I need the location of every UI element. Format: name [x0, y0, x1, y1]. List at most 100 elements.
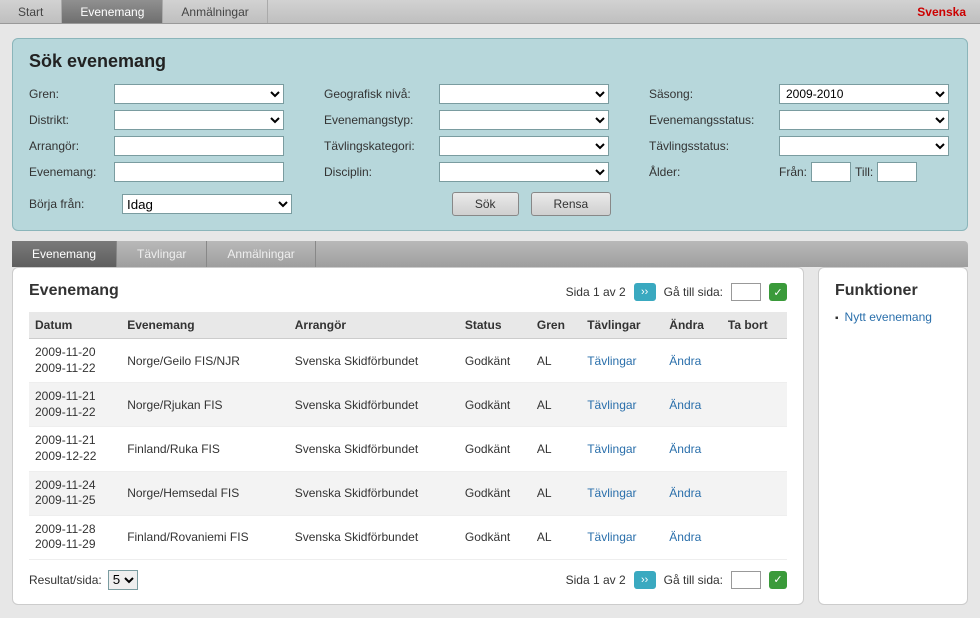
- search-panel: Sök evenemang Gren: Geografisk nivå: Säs…: [12, 38, 968, 231]
- goto-input-top[interactable]: [731, 283, 761, 301]
- link-andra[interactable]: Ändra: [669, 354, 701, 368]
- cell-status: Godkänt: [459, 427, 531, 471]
- clear-button[interactable]: Rensa: [531, 192, 612, 216]
- label-tavstatus: Tävlingsstatus:: [649, 139, 779, 153]
- pager-text-bottom: Sida 1 av 2: [566, 573, 626, 587]
- search-title: Sök evenemang: [29, 51, 951, 72]
- link-andra[interactable]: Ändra: [669, 442, 701, 456]
- link-tavlingar[interactable]: Tävlingar: [587, 398, 636, 412]
- label-evstatus: Evenemangsstatus:: [649, 113, 779, 127]
- cell-tabort: [722, 515, 787, 559]
- col-evenemang: Evenemang: [121, 312, 289, 339]
- link-andra[interactable]: Ändra: [669, 486, 701, 500]
- link-andra[interactable]: Ändra: [669, 530, 701, 544]
- cell-date: 2009-11-212009-11-22: [29, 383, 121, 427]
- label-typ: Evenemangstyp:: [324, 113, 439, 127]
- subtab-evenemang[interactable]: Evenemang: [12, 241, 117, 267]
- goto-button-top-icon[interactable]: ✓: [769, 283, 787, 301]
- cell-gren: AL: [531, 339, 581, 383]
- select-distrikt[interactable]: [114, 110, 284, 130]
- select-disciplin[interactable]: [439, 162, 609, 182]
- cell-status: Godkänt: [459, 383, 531, 427]
- table-row: 2009-11-282009-11-29Finland/Rovaniemi FI…: [29, 515, 787, 559]
- top-tab-anmalningar[interactable]: Anmälningar: [163, 0, 267, 23]
- table-row: 2009-11-242009-11-25Norge/Hemsedal FISSv…: [29, 471, 787, 515]
- label-sasong: Säsong:: [649, 87, 779, 101]
- select-evstatus[interactable]: [779, 110, 949, 130]
- cell-date: 2009-11-202009-11-22: [29, 339, 121, 383]
- input-alder-till[interactable]: [877, 162, 917, 182]
- label-disciplin: Disciplin:: [324, 165, 439, 179]
- label-fran: Från:: [779, 165, 807, 179]
- label-alder: Ålder:: [649, 165, 779, 179]
- input-arrangor[interactable]: [114, 136, 284, 156]
- pager-next-top-icon[interactable]: ››: [634, 283, 656, 301]
- input-alder-fran[interactable]: [811, 162, 851, 182]
- cell-name: Norge/Geilo FIS/NJR: [121, 339, 289, 383]
- cell-gren: AL: [531, 471, 581, 515]
- select-gren[interactable]: [114, 84, 284, 104]
- cell-status: Godkänt: [459, 471, 531, 515]
- label-gren: Gren:: [29, 87, 114, 101]
- goto-button-bottom-icon[interactable]: ✓: [769, 571, 787, 589]
- label-arrangor: Arrangör:: [29, 139, 114, 153]
- cell-name: Norge/Hemsedal FIS: [121, 471, 289, 515]
- cell-arrangor: Svenska Skidförbundet: [289, 339, 459, 383]
- select-borja[interactable]: Idag: [122, 194, 292, 214]
- select-sasong[interactable]: 2009-2010: [779, 84, 949, 104]
- goto-label-bottom: Gå till sida:: [664, 573, 723, 587]
- language-switch[interactable]: Svenska: [903, 0, 980, 23]
- cell-date: 2009-11-282009-11-29: [29, 515, 121, 559]
- functions-panel: Funktioner Nytt evenemang: [818, 267, 968, 605]
- label-till: Till:: [855, 165, 873, 179]
- cell-gren: AL: [531, 427, 581, 471]
- events-table: Datum Evenemang Arrangör Status Gren Täv…: [29, 312, 787, 560]
- cell-tabort: [722, 339, 787, 383]
- top-tab-evenemang[interactable]: Evenemang: [62, 0, 163, 23]
- goto-label-top: Gå till sida:: [664, 285, 723, 299]
- pager-next-bottom-icon[interactable]: ››: [634, 571, 656, 589]
- results-label: Resultat/sida:: [29, 573, 102, 587]
- subtab-tavlingar[interactable]: Tävlingar: [117, 241, 207, 267]
- table-row: 2009-11-202009-11-22Norge/Geilo FIS/NJRS…: [29, 339, 787, 383]
- cell-gren: AL: [531, 515, 581, 559]
- table-row: 2009-11-212009-12-22Finland/Ruka FISSven…: [29, 427, 787, 471]
- col-andra: Ändra: [663, 312, 722, 339]
- cell-name: Norge/Rjukan FIS: [121, 383, 289, 427]
- link-tavlingar[interactable]: Tävlingar: [587, 530, 636, 544]
- cell-arrangor: Svenska Skidförbundet: [289, 515, 459, 559]
- cell-name: Finland/Ruka FIS: [121, 427, 289, 471]
- link-nytt-evenemang[interactable]: Nytt evenemang: [845, 310, 932, 324]
- col-tavlingar: Tävlingar: [581, 312, 663, 339]
- search-button[interactable]: Sök: [452, 192, 519, 216]
- cell-name: Finland/Rovaniemi FIS: [121, 515, 289, 559]
- col-arrangor: Arrangör: [289, 312, 459, 339]
- select-typ[interactable]: [439, 110, 609, 130]
- subtabs: Evenemang Tävlingar Anmälningar: [12, 241, 968, 267]
- results-select[interactable]: 5: [108, 570, 138, 590]
- col-status: Status: [459, 312, 531, 339]
- cell-date: 2009-11-212009-12-22: [29, 427, 121, 471]
- label-distrikt: Distrikt:: [29, 113, 114, 127]
- link-tavlingar[interactable]: Tävlingar: [587, 486, 636, 500]
- link-tavlingar[interactable]: Tävlingar: [587, 354, 636, 368]
- top-tab-start[interactable]: Start: [0, 0, 62, 23]
- cell-tabort: [722, 471, 787, 515]
- select-tavstatus[interactable]: [779, 136, 949, 156]
- events-title: Evenemang: [29, 282, 119, 300]
- select-kategori[interactable]: [439, 136, 609, 156]
- link-andra[interactable]: Ändra: [669, 398, 701, 412]
- cell-gren: AL: [531, 383, 581, 427]
- cell-status: Godkänt: [459, 339, 531, 383]
- cell-arrangor: Svenska Skidförbundet: [289, 427, 459, 471]
- label-geo: Geografisk nivå:: [324, 87, 439, 101]
- cell-tabort: [722, 427, 787, 471]
- label-evenemang: Evenemang:: [29, 165, 114, 179]
- input-evenemang[interactable]: [114, 162, 284, 182]
- top-nav: Start Evenemang Anmälningar Svenska: [0, 0, 980, 24]
- select-geo[interactable]: [439, 84, 609, 104]
- subtab-anmalningar[interactable]: Anmälningar: [207, 241, 315, 267]
- link-tavlingar[interactable]: Tävlingar: [587, 442, 636, 456]
- goto-input-bottom[interactable]: [731, 571, 761, 589]
- cell-date: 2009-11-242009-11-25: [29, 471, 121, 515]
